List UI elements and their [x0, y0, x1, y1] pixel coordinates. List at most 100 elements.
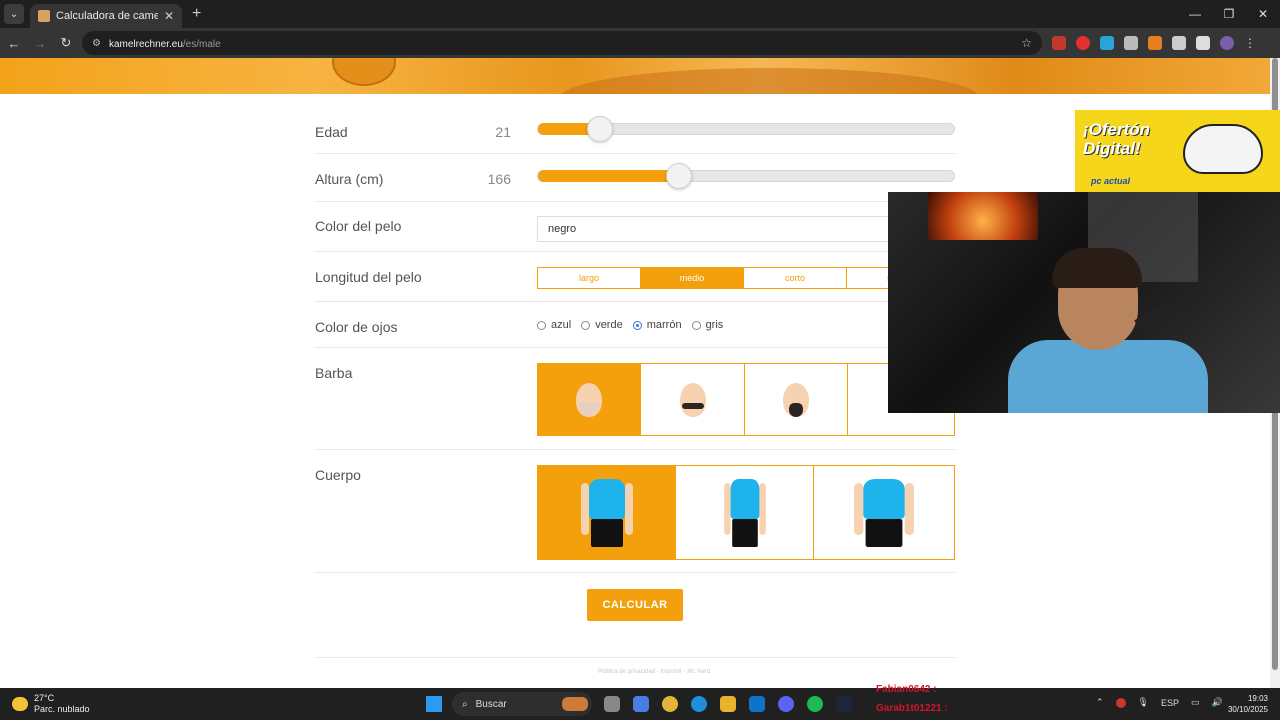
browser-tab[interactable]: Calculadora de camellos - la cri ✕ [30, 4, 182, 28]
window-controls: — ❐ ✕ [1178, 0, 1280, 28]
beard-option-full[interactable] [538, 364, 641, 435]
restore-button[interactable]: ❐ [1212, 0, 1246, 28]
language-indicator[interactable]: ESP [1161, 698, 1179, 708]
eye-color-option[interactable]: gris [691, 319, 724, 331]
discord-icon[interactable] [778, 696, 794, 712]
radio-selected-icon[interactable] [632, 320, 642, 330]
footer-links[interactable]: Política de privacidad · Imprimir · Mr. … [598, 669, 710, 675]
eye-color-label: Color de ojos [315, 319, 398, 335]
ad-headline: ¡Ofertón Digital! [1083, 120, 1151, 158]
eye-color-radios: azul verde marrón gris [537, 319, 723, 331]
eye-color-option-label: azul [551, 319, 572, 331]
age-slider[interactable] [537, 116, 955, 142]
eye-color-option[interactable]: verde [581, 319, 623, 331]
back-button[interactable]: ← [2, 31, 26, 55]
beard-option-mustache[interactable] [641, 364, 745, 435]
system-tray: ⌃ 🎙 ESP ▭ 🔊 [1096, 697, 1223, 708]
eye-color-row: Color de ojos azul verde marrón gris [315, 302, 955, 348]
menu-dots-icon[interactable]: ⋮ [1244, 36, 1258, 50]
body-options [537, 465, 955, 560]
hair-length-option[interactable]: corto [744, 268, 847, 288]
url-host: kamelrechner.eu [108, 39, 183, 50]
forward-button[interactable]: → [28, 31, 52, 55]
site-info-icon[interactable]: ⚙ [92, 38, 101, 49]
tray-app-icon[interactable] [1115, 697, 1126, 708]
bookmark-star-icon[interactable]: ☆ [1021, 36, 1032, 50]
hair-color-row: Color del pelo negro [315, 202, 955, 252]
windows-start-icon[interactable] [426, 696, 442, 712]
slim-body-icon [722, 473, 767, 553]
extension-icon[interactable] [1052, 36, 1066, 50]
address-bar[interactable]: ⚙ kamelrechner.eu/es/male ☆ [82, 31, 1042, 55]
tab-title: Calculadora de camellos - la cri [56, 10, 158, 22]
radio-icon[interactable] [537, 320, 546, 330]
edge-icon[interactable] [691, 696, 707, 712]
pinned-apps [604, 696, 852, 712]
footer-divider [315, 657, 955, 658]
chevron-up-icon[interactable]: ⌃ [1096, 697, 1104, 708]
search-icon: ⌕ [462, 698, 468, 710]
goatee-icon [783, 382, 809, 417]
height-label: Altura (cm) [315, 171, 384, 187]
webcam-overlay [888, 192, 1280, 413]
age-row: Edad 21 [315, 106, 955, 154]
close-window-button[interactable]: ✕ [1246, 0, 1280, 28]
calculate-button[interactable]: CALCULAR [587, 589, 683, 621]
reading-list-icon[interactable] [1196, 36, 1210, 50]
hair-length-label: Longitud del pelo [315, 269, 422, 285]
eye-color-option-label: gris [705, 319, 724, 331]
weather-widget[interactable]: 27°C Parc. nublado [12, 693, 90, 715]
close-tab-icon[interactable]: ✕ [164, 9, 174, 23]
steam-icon[interactable] [836, 696, 852, 712]
site-favicon-icon [38, 10, 50, 22]
profile-avatar[interactable] [1220, 36, 1234, 50]
eye-color-option[interactable]: azul [537, 319, 571, 331]
beard-option-goatee[interactable] [745, 364, 848, 435]
site-logo[interactable] [332, 58, 396, 86]
mustache-icon [679, 382, 706, 417]
new-tab-button[interactable]: + [192, 5, 201, 23]
hair-length-option[interactable]: largo [538, 268, 641, 288]
radio-icon[interactable] [691, 320, 701, 330]
task-view-icon[interactable] [604, 696, 620, 712]
radio-icon[interactable] [581, 320, 591, 330]
file-explorer-icon[interactable] [720, 696, 736, 712]
copilot-icon[interactable] [633, 696, 649, 712]
taskbar-search[interactable]: ⌕ Buscar [452, 692, 592, 716]
body-option-slim[interactable] [676, 466, 814, 559]
eye-color-option[interactable]: marrón [632, 319, 682, 331]
height-slider[interactable] [537, 163, 955, 189]
fireplace-screen [928, 192, 1038, 240]
eye-color-option-label: verde [595, 319, 623, 331]
extensions-puzzle-icon[interactable] [1172, 36, 1186, 50]
taskbar-clock[interactable]: 19:03 30/10/2025 [1226, 693, 1268, 715]
minimize-button[interactable]: — [1178, 0, 1212, 28]
url-path: /es/male [182, 39, 221, 50]
tab-search-button[interactable]: ⌄ [4, 4, 24, 24]
chat-user-1: Fabian0642 : [876, 684, 937, 695]
reload-button[interactable]: ↻ [54, 31, 78, 55]
dune-decoration [560, 68, 980, 94]
outlook-icon[interactable] [749, 696, 765, 712]
chat-user-2: Garab1t01221 : [876, 703, 948, 714]
gamepad-icon [1183, 124, 1263, 174]
weather-desc: Parc. nublado [34, 704, 90, 714]
extension-icon[interactable] [1148, 36, 1162, 50]
search-highlight-icon [562, 697, 588, 711]
hair-length-option[interactable]: medio [641, 268, 744, 288]
spotify-icon[interactable] [807, 696, 823, 712]
height-slider-thumb[interactable] [666, 163, 693, 189]
chrome-icon[interactable] [662, 696, 678, 712]
microphone-icon[interactable]: 🎙 [1138, 697, 1149, 708]
network-icon[interactable]: ▭ [1191, 697, 1200, 708]
extension-icon[interactable] [1076, 36, 1090, 50]
advertisement-banner[interactable]: ¡Ofertón Digital! pc actual [1075, 110, 1280, 192]
beard-row: Barba [315, 348, 955, 450]
age-slider-thumb[interactable] [587, 116, 614, 142]
extension-icon[interactable] [1124, 36, 1138, 50]
volume-icon[interactable]: 🔊 [1212, 697, 1223, 708]
clock-date: 30/10/2025 [1227, 705, 1268, 714]
body-option-athletic[interactable] [538, 466, 676, 559]
body-option-heavy[interactable] [814, 466, 954, 559]
extension-icon[interactable] [1100, 36, 1114, 50]
